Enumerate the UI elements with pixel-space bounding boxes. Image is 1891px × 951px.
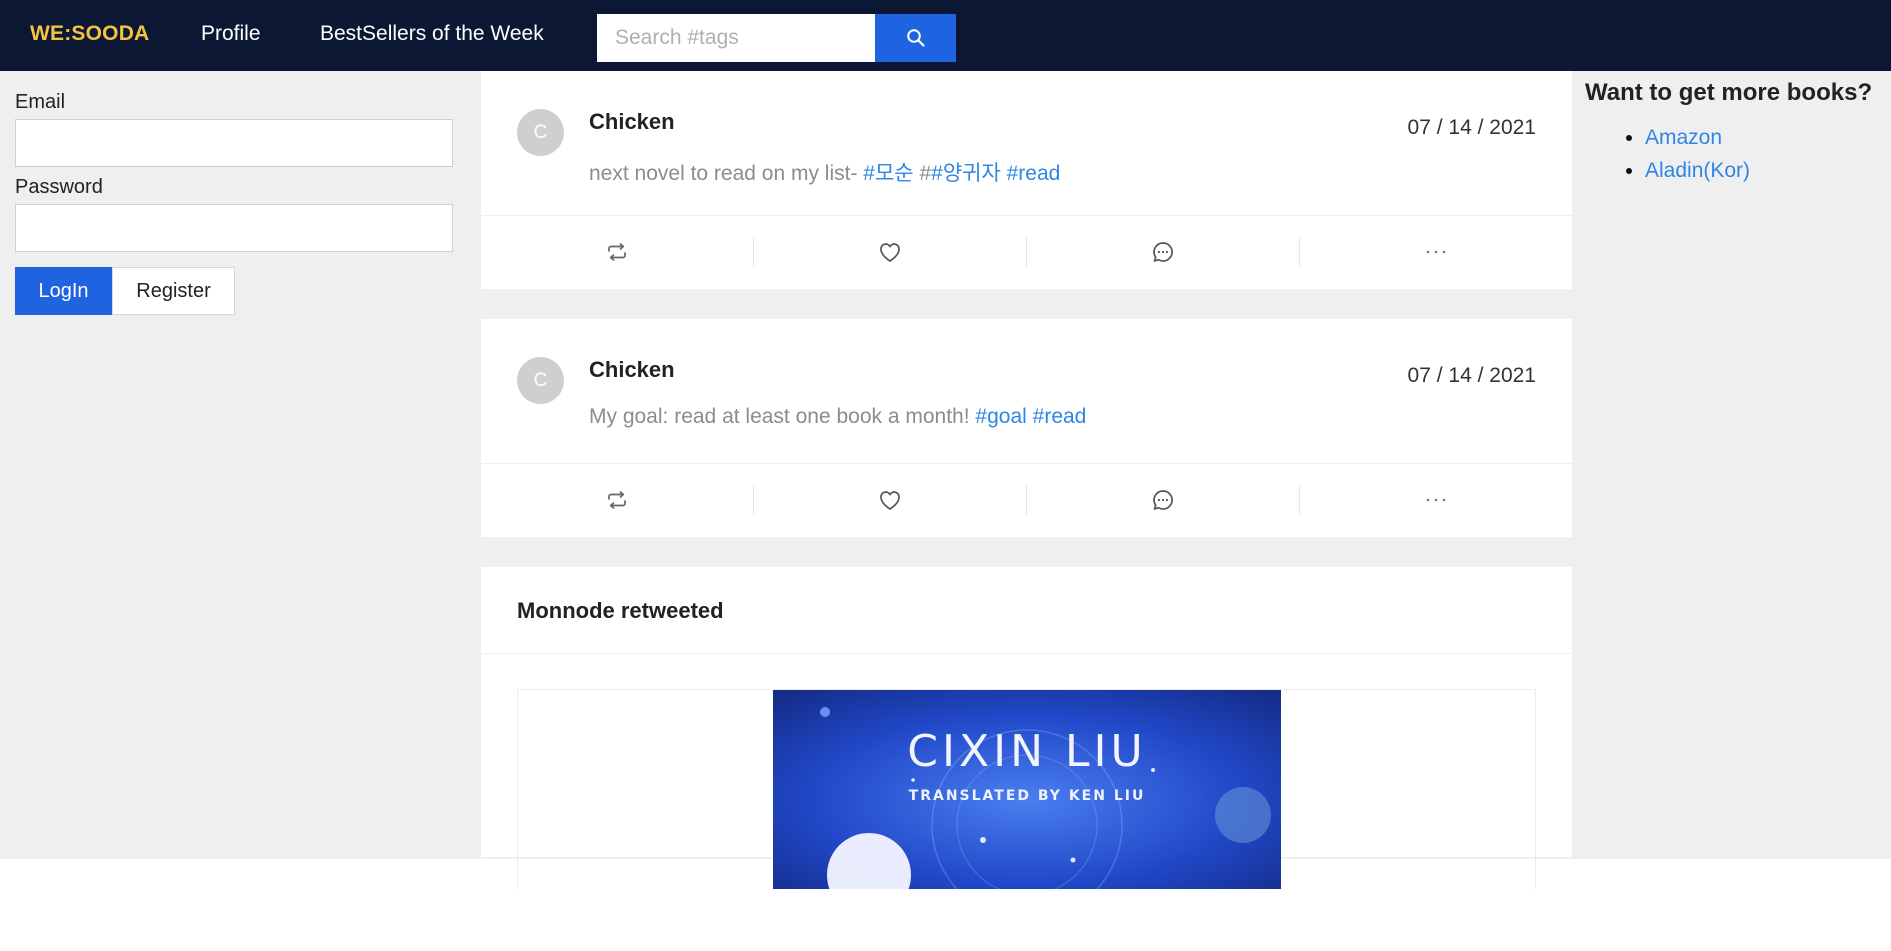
amazon-link[interactable]: Amazon (1645, 126, 1722, 149)
password-field[interactable] (15, 204, 453, 252)
password-label: Password (15, 176, 103, 198)
search-button[interactable] (875, 14, 956, 62)
comment-icon (1153, 242, 1173, 262)
aladin-link[interactable]: Aladin(Kor) (1645, 159, 1750, 182)
post-actions (481, 216, 1572, 288)
post-date: 07 / 14 / 2021 (1407, 116, 1536, 139)
more-icon (1426, 250, 1446, 254)
retweet-card: Monnode retweeted CIXIN LIU TRANSLATED B… (481, 567, 1572, 889)
retweet-button[interactable] (481, 237, 754, 267)
store-link-item: Amazon (1645, 121, 1885, 154)
post-text-sep: # (913, 162, 932, 185)
login-buttons: LogIn Register (15, 267, 453, 315)
hashtag[interactable]: #양귀자 (931, 162, 1001, 185)
store-links: Amazon Aladin(Kor) (1585, 121, 1885, 187)
nav-link-bestsellers[interactable]: BestSellers of the Week (320, 22, 544, 46)
brand-logo[interactable]: WE:SOODA (30, 22, 149, 46)
post-text-body: next novel to read on my list- (589, 162, 864, 185)
avatar[interactable]: C (517, 109, 564, 156)
sidebar-title: Want to get more books? (1585, 79, 1873, 106)
retweet-title: Monnode retweeted (517, 598, 724, 623)
retweet-icon (608, 243, 626, 261)
feed: C Chicken 07 / 14 / 2021 next novel to r… (481, 71, 1572, 889)
avatar[interactable]: C (517, 357, 564, 404)
more-icon (1426, 498, 1446, 502)
post-text: next novel to read on my list- #모순 ##양귀자… (589, 157, 1060, 187)
book-embed[interactable]: CIXIN LIU TRANSLATED BY KEN LIU (517, 689, 1536, 889)
book-cover-image[interactable]: CIXIN LIU TRANSLATED BY KEN LIU (773, 690, 1281, 889)
retweet-button[interactable] (481, 485, 754, 515)
comment-icon (1153, 490, 1173, 510)
right-sidebar: Want to get more books? Amazon Aladin(Ko… (1585, 79, 1885, 187)
post-body: C Chicken 07 / 14 / 2021 next novel to r… (481, 71, 1572, 216)
search-icon (906, 29, 925, 47)
page-area: Email Password LogIn Register C Chicken … (0, 71, 1891, 889)
comment-button[interactable] (1027, 237, 1300, 267)
post-actions (481, 464, 1572, 536)
like-button[interactable] (754, 237, 1027, 267)
like-button[interactable] (754, 485, 1027, 515)
cover-translator: TRANSLATED BY KEN LIU (908, 788, 1146, 804)
heart-icon (880, 243, 900, 262)
post-author[interactable]: Chicken (589, 109, 675, 135)
cover-author: CIXIN LIU (907, 726, 1147, 777)
comment-button[interactable] (1027, 485, 1300, 515)
hashtag[interactable]: #goal (975, 405, 1026, 428)
post-body: C Chicken 07 / 14 / 2021 My goal: read a… (481, 319, 1572, 464)
nav-link-profile[interactable]: Profile (201, 22, 261, 46)
post-text-body: My goal: read at least one book a month! (589, 405, 976, 428)
login-form: Email Password LogIn Register (15, 91, 453, 315)
top-navbar: WE:SOODA Profile BestSellers of the Week (0, 0, 1891, 71)
heart-icon (880, 491, 900, 510)
email-field[interactable] (15, 119, 453, 167)
hashtag[interactable]: #read (1007, 162, 1061, 185)
email-label: Email (15, 91, 66, 113)
register-button[interactable]: Register (112, 267, 235, 315)
login-button[interactable]: LogIn (15, 267, 112, 315)
more-button[interactable] (1300, 485, 1572, 515)
post-card: C Chicken 07 / 14 / 2021 next novel to r… (481, 71, 1572, 289)
retweet-header: Monnode retweeted (481, 567, 1572, 654)
post-date: 07 / 14 / 2021 (1407, 364, 1536, 387)
post-text: My goal: read at least one book a month!… (589, 405, 1086, 429)
more-button[interactable] (1300, 237, 1572, 267)
search-input[interactable] (597, 14, 875, 62)
hashtag[interactable]: #read (1033, 405, 1087, 428)
hashtag[interactable]: #모순 (863, 162, 913, 185)
retweet-icon (608, 491, 626, 509)
post-card: C Chicken 07 / 14 / 2021 My goal: read a… (481, 319, 1572, 537)
post-author[interactable]: Chicken (589, 357, 675, 383)
store-link-item: Aladin(Kor) (1645, 154, 1885, 187)
